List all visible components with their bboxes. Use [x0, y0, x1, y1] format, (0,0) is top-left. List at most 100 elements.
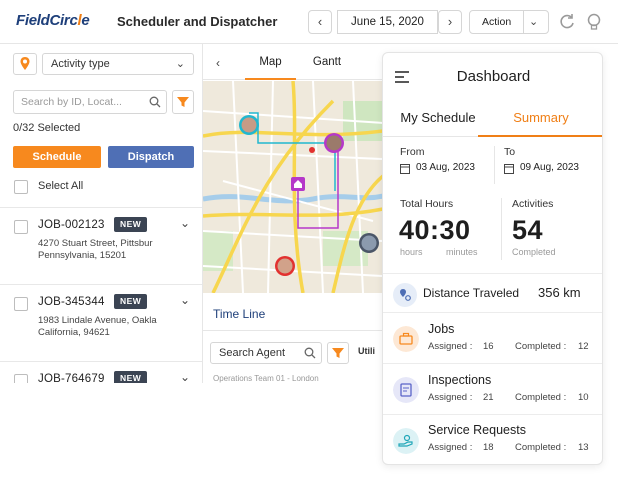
back-arrow-icon[interactable]: ‹: [216, 56, 220, 70]
dashboard-title: Dashboard: [456, 68, 531, 85]
completed-label: Completed :: [515, 392, 567, 403]
refresh-icon[interactable]: [557, 12, 577, 32]
job-list-panel: Activity type ⌄ Search by ID, Locat... 0…: [0, 44, 203, 383]
calendar-icon: [504, 164, 514, 174]
assigned-value: 21: [483, 392, 494, 403]
from-label: From: [400, 146, 425, 158]
distance-row: Distance Traveled 356 km: [383, 273, 602, 313]
agent-search-input[interactable]: Search Agent: [210, 342, 322, 364]
ops-team-label: Operations Team 01 - London: [213, 374, 319, 383]
row-title: Inspections: [428, 373, 492, 387]
activities-value: 54: [512, 215, 544, 245]
activity-type-value: Activity type: [51, 58, 110, 70]
select-all-checkbox[interactable]: [14, 180, 28, 194]
job-id: JOB-345344: [38, 296, 105, 308]
assigned-label: Assigned :: [428, 392, 473, 403]
activities-sub: Completed: [512, 247, 556, 257]
map-tab-bar: ‹ Map Gantt: [203, 44, 383, 80]
chevron-down-icon[interactable]: ⌄: [180, 293, 190, 307]
date-range: From 03 Aug, 2023 To 09 Aug, 2023: [383, 138, 602, 188]
next-date-button[interactable]: ›: [438, 10, 462, 34]
stats-divider: [501, 198, 502, 260]
prev-date-button[interactable]: ‹: [308, 10, 332, 34]
action-label: Action: [482, 16, 512, 28]
assigned-value: 16: [483, 341, 494, 352]
date-divider: [494, 146, 495, 184]
job-address-line-2: California, 94621: [38, 327, 110, 338]
job-search-input[interactable]: Search by ID, Locat...: [13, 90, 167, 114]
status-badge: NEW: [114, 217, 148, 232]
map-view[interactable]: [203, 81, 383, 293]
fieldcircle-logo[interactable]: FieldCircle: [16, 12, 90, 29]
service-hand-icon: [393, 428, 419, 454]
chevron-down-icon: ⌄: [175, 58, 185, 70]
schedule-button[interactable]: Schedule: [13, 146, 101, 168]
completed-value: 13: [578, 442, 589, 453]
timeline-divider: [203, 330, 383, 331]
hours-unit: hours: [400, 247, 423, 257]
action-dropdown[interactable]: Action ⌄: [469, 10, 549, 34]
job-checkbox[interactable]: [14, 220, 28, 234]
summary-row-inspections[interactable]: Inspections Assigned : 21 Completed : 10: [383, 365, 602, 415]
location-filter-button[interactable]: [13, 53, 37, 75]
job-checkbox[interactable]: [14, 374, 28, 383]
from-date[interactable]: 03 Aug, 2023: [416, 162, 475, 173]
distance-value: 356 km: [538, 285, 581, 300]
timeline-label: Time Line: [213, 307, 266, 321]
status-badge: NEW: [114, 294, 148, 309]
minutes-unit: minutes: [446, 247, 478, 257]
summary-row-service-requests[interactable]: Service Requests Assigned : 18 Completed…: [383, 416, 602, 464]
job-address-line-1: 1983 Lindale Avenue, Oakla: [38, 315, 157, 326]
completed-value: 12: [578, 341, 589, 352]
city-map: [203, 81, 383, 293]
to-label: To: [504, 146, 516, 158]
app-title: Scheduler and Dispatcher: [117, 14, 278, 29]
job-search-placeholder: Search by ID, Locat...: [21, 96, 122, 108]
select-all-label: Select All: [38, 180, 84, 192]
tab-gantt[interactable]: Gantt: [303, 44, 351, 80]
filter-icon: [177, 97, 189, 107]
job-list-item[interactable]: JOB-002123 NEW ⌄ 4270 Stuart Street, Pit…: [0, 208, 202, 284]
chevron-left-icon: ‹: [317, 14, 323, 29]
total-hours-value: 40:30: [399, 215, 471, 245]
chevron-down-icon[interactable]: ⌄: [180, 370, 190, 383]
lightbulb-icon[interactable]: [584, 12, 604, 32]
tab-my-schedule[interactable]: My Schedule: [383, 101, 493, 137]
briefcase-icon: [393, 326, 419, 352]
date-display[interactable]: June 15, 2020: [337, 10, 438, 34]
search-icon: [149, 96, 161, 108]
activity-type-select[interactable]: Activity type ⌄: [42, 53, 194, 75]
tab-map[interactable]: Map: [245, 44, 296, 80]
distance-pin-icon: [393, 283, 417, 307]
status-badge: NEW: [114, 371, 148, 383]
inspection-icon: [393, 377, 419, 403]
total-hours-label: Total Hours: [400, 198, 454, 210]
job-list-item[interactable]: JOB-764679 NEW ⌄: [0, 362, 202, 383]
dashboard-tabs: My Schedule Summary: [383, 101, 602, 137]
job-address-line-2: Pennsylvania, 15201: [38, 250, 127, 261]
job-checkbox[interactable]: [14, 297, 28, 311]
dispatch-button[interactable]: Dispatch: [108, 146, 194, 168]
job-id: JOB-002123: [38, 219, 105, 231]
hours-summary: Total Hours 40:30 hours minutes Activiti…: [383, 188, 602, 273]
assigned-label: Assigned :: [428, 341, 473, 352]
agent-search-label: Search Agent: [219, 347, 286, 359]
assigned-label: Assigned :: [428, 442, 473, 453]
agent-filter-button[interactable]: [327, 342, 349, 364]
assigned-value: 18: [483, 442, 494, 453]
filter-button[interactable]: [172, 90, 194, 114]
distance-label: Distance Traveled: [423, 286, 520, 300]
job-list-item[interactable]: JOB-345344 NEW ⌄ 1983 Lindale Avenue, Oa…: [0, 285, 202, 361]
row-title: Service Requests: [428, 423, 526, 437]
top-header: FieldCircle Scheduler and Dispatcher ‹ J…: [0, 0, 618, 44]
tab-summary[interactable]: Summary: [478, 101, 602, 137]
summary-row-jobs[interactable]: Jobs Assigned : 16 Completed : 12: [383, 314, 602, 364]
job-id: JOB-764679: [38, 373, 105, 383]
calendar-icon: [400, 164, 410, 174]
activities-label: Activities: [512, 198, 554, 210]
chevron-down-icon: ⌄: [529, 16, 539, 28]
chevron-down-icon[interactable]: ⌄: [180, 216, 190, 230]
dashboard-panel: Dashboard My Schedule Summary From 03 Au…: [382, 52, 603, 465]
chevron-right-icon: ›: [447, 14, 453, 29]
to-date[interactable]: 09 Aug, 2023: [520, 162, 579, 173]
